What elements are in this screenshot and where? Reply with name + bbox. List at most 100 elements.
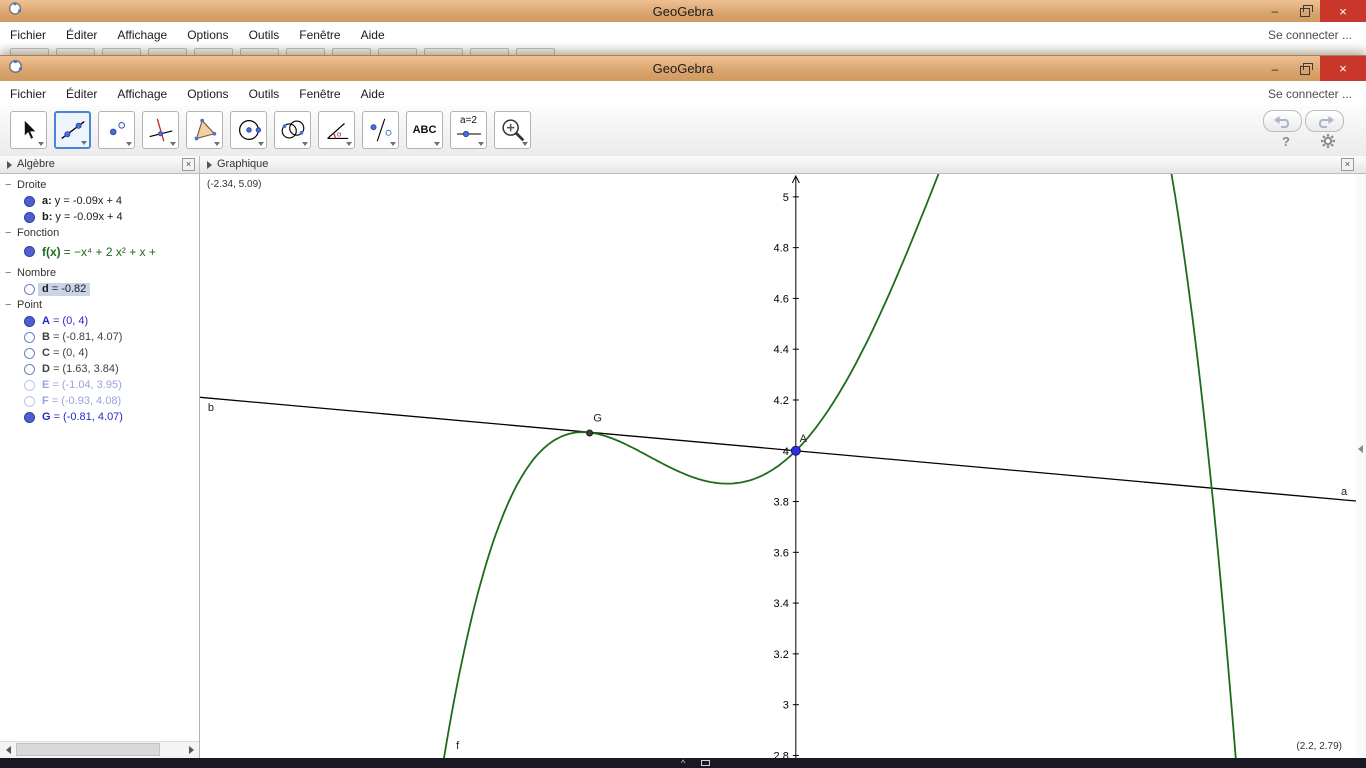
menu-aide[interactable]: Aide — [351, 81, 395, 106]
algebra-item-f[interactable]: f(x)= −x⁴ + 2 x² + x + — [0, 242, 200, 262]
windows-taskbar-sliver[interactable]: ^ — [0, 758, 1366, 768]
help-button[interactable]: ? — [1282, 134, 1290, 149]
visibility-marble[interactable] — [24, 316, 35, 327]
tool-transform-button[interactable] — [362, 111, 399, 149]
tool-polygon-button[interactable] — [186, 111, 223, 149]
panel-collapse-strip[interactable] — [1356, 174, 1366, 758]
algebra-item-b[interactable]: b:y = -0.09x + 4 — [0, 210, 200, 226]
taskbar-monitor-icon[interactable] — [701, 760, 710, 766]
tool-dropdown-arrow[interactable] — [81, 141, 87, 145]
visibility-marble[interactable] — [24, 246, 35, 257]
tool-dropdown-arrow[interactable] — [346, 142, 352, 146]
menu-fichier[interactable]: Fichier — [0, 81, 56, 106]
menu-options[interactable]: Options — [177, 22, 238, 48]
tool-slider-button[interactable]: a=2 — [450, 111, 487, 149]
sign-in-link[interactable]: Se connecter ... — [1268, 28, 1352, 42]
menu-outils[interactable]: Outils — [239, 22, 290, 48]
graphics-panel[interactable]: 54.84.64.44.243.83.63.43.232.8baGAf (-2.… — [200, 174, 1356, 758]
visibility-marble[interactable] — [24, 212, 35, 223]
visibility-marble[interactable] — [24, 348, 35, 359]
point-A[interactable] — [791, 446, 800, 455]
algebra-group-fonction[interactable]: − Fonction — [0, 226, 200, 242]
tool-dropdown-arrow[interactable] — [38, 142, 44, 146]
scrollbar-thumb[interactable] — [16, 743, 160, 756]
menu-fichier[interactable]: Fichier — [0, 22, 56, 48]
algebra-item-G[interactable]: G= (-0.81, 4.07) — [0, 410, 200, 426]
collapse-icon[interactable]: − — [5, 267, 11, 279]
algebra-item-C[interactable]: C= (0, 4) — [0, 346, 200, 362]
algebra-item-D[interactable]: D= (1.63, 3.84) — [0, 362, 200, 378]
algebra-item-E[interactable]: E= (-1.04, 3.95) — [0, 378, 200, 394]
visibility-marble[interactable] — [24, 284, 35, 295]
tool-zoom-button[interactable] — [494, 111, 531, 149]
algebra-item-F[interactable]: F= (-0.93, 4.08) — [0, 394, 200, 410]
inner-titlebar[interactable]: GeoGebra – × — [0, 55, 1366, 82]
point-G[interactable] — [587, 430, 593, 436]
menu-fenetre[interactable]: Fenêtre — [289, 22, 350, 48]
graphics-view-header[interactable]: Graphique × — [200, 156, 1366, 174]
restore-button[interactable] — [1290, 56, 1320, 81]
close-button[interactable]: × — [1320, 56, 1366, 81]
redo-button[interactable] — [1305, 110, 1344, 132]
menu-affichage[interactable]: Affichage — [107, 81, 177, 106]
menu-fenetre[interactable]: Fenêtre — [289, 81, 350, 106]
tool-dropdown-arrow[interactable] — [478, 142, 484, 146]
menu-affichage[interactable]: Affichage — [107, 22, 177, 48]
panel-menu-arrow-icon[interactable] — [7, 161, 12, 169]
panel-menu-arrow-icon[interactable] — [207, 161, 212, 169]
algebra-item-A[interactable]: A= (0, 4) — [0, 314, 200, 330]
undo-button[interactable] — [1263, 110, 1302, 132]
algebra-close-button[interactable]: × — [182, 158, 195, 171]
collapse-icon[interactable]: − — [5, 227, 11, 239]
scroll-right-button[interactable] — [183, 742, 199, 757]
outer-restore-button[interactable] — [1290, 0, 1320, 22]
tool-dropdown-arrow[interactable] — [434, 142, 440, 146]
visibility-marble[interactable] — [24, 332, 35, 343]
algebra-group-droite[interactable]: − Droite — [0, 178, 200, 194]
visibility-marble[interactable] — [24, 196, 35, 207]
collapse-icon[interactable]: − — [5, 299, 11, 311]
menu-aide[interactable]: Aide — [351, 22, 395, 48]
menu-options[interactable]: Options — [177, 81, 238, 106]
tool-line-button[interactable] — [54, 111, 91, 149]
tool-perpendicular-button[interactable] — [142, 111, 179, 149]
minimize-button[interactable]: – — [1260, 56, 1290, 81]
taskbar-caret-icon[interactable]: ^ — [681, 758, 685, 768]
tool-point-button[interactable] — [98, 111, 135, 149]
outer-titlebar[interactable]: GeoGebra – × — [0, 0, 1366, 23]
algebra-group-nombre[interactable]: − Nombre — [0, 266, 200, 282]
algebra-item-a[interactable]: a:y = -0.09x + 4 — [0, 194, 200, 210]
outer-close-button[interactable]: × — [1320, 0, 1366, 22]
collapse-icon[interactable]: − — [5, 179, 11, 191]
tool-dropdown-arrow[interactable] — [214, 142, 220, 146]
tool-text-button[interactable]: ABC — [406, 111, 443, 149]
curve-f[interactable] — [200, 174, 1356, 758]
tool-circle-button[interactable] — [230, 111, 267, 149]
settings-button[interactable] — [1320, 133, 1336, 154]
graphics-close-button[interactable]: × — [1341, 158, 1354, 171]
tool-move-button[interactable] — [10, 111, 47, 149]
visibility-marble[interactable] — [24, 396, 35, 407]
algebra-horizontal-scrollbar[interactable] — [0, 741, 199, 758]
menu-editer[interactable]: Éditer — [56, 22, 107, 48]
outer-minimize-button[interactable]: – — [1260, 0, 1290, 22]
visibility-marble[interactable] — [24, 364, 35, 375]
tool-dropdown-arrow[interactable] — [522, 142, 528, 146]
tool-dropdown-arrow[interactable] — [258, 142, 264, 146]
algebra-view-header[interactable]: Algèbre × — [0, 156, 200, 174]
menu-editer[interactable]: Éditer — [56, 81, 107, 106]
tool-dropdown-arrow[interactable] — [302, 142, 308, 146]
graphics-canvas[interactable]: 54.84.64.44.243.83.63.43.232.8baGAf — [200, 174, 1356, 758]
sign-in-link[interactable]: Se connecter ... — [1268, 87, 1352, 101]
tool-dropdown-arrow[interactable] — [126, 142, 132, 146]
tool-dropdown-arrow[interactable] — [390, 142, 396, 146]
menu-outils[interactable]: Outils — [239, 81, 290, 106]
scroll-left-button[interactable] — [0, 742, 16, 757]
tool-angle-button[interactable]: α — [318, 111, 355, 149]
tool-conic-button[interactable] — [274, 111, 311, 149]
algebra-item-d[interactable]: d= -0.82 — [0, 282, 200, 298]
algebra-group-point[interactable]: − Point — [0, 298, 200, 314]
algebra-item-B[interactable]: B= (-0.81, 4.07) — [0, 330, 200, 346]
visibility-marble[interactable] — [24, 380, 35, 391]
line-a[interactable] — [200, 397, 1356, 501]
